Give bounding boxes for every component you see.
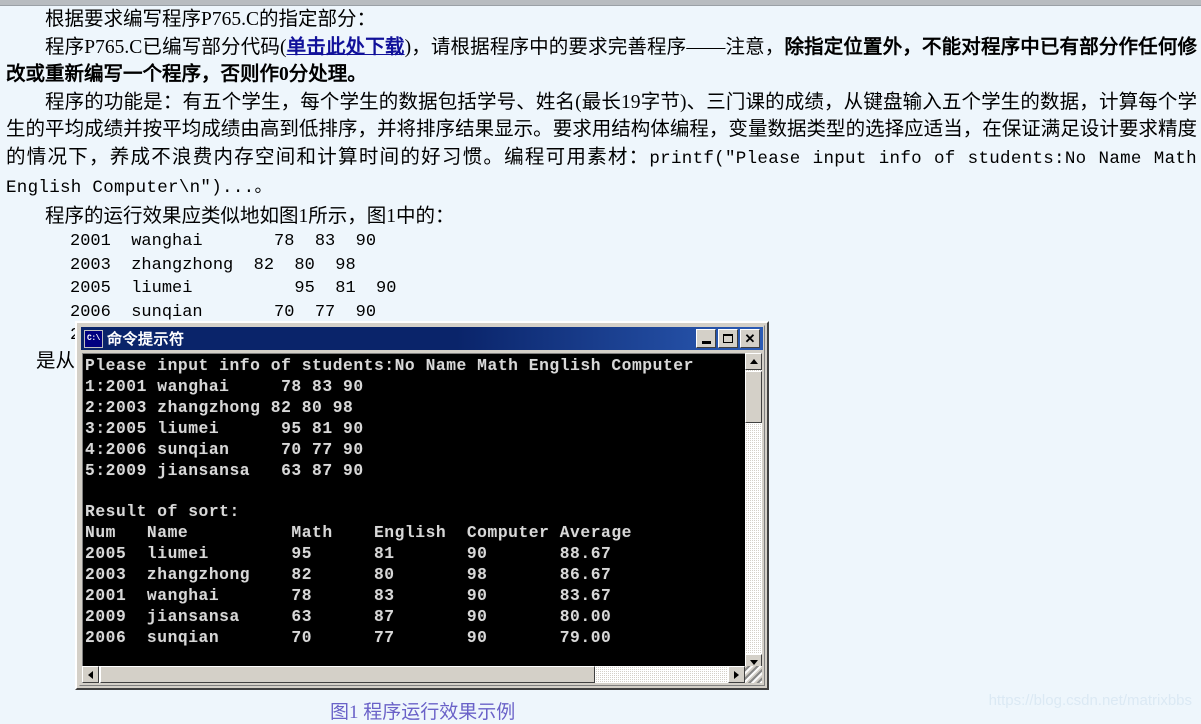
minimize-icon (701, 340, 711, 344)
download-link[interactable]: 单击此处下载 (287, 37, 405, 58)
maximize-icon (723, 334, 733, 343)
figure-ref-text: 程序的运行效果应类似地如图1所示，图1中的： (45, 205, 455, 227)
command-prompt-window[interactable]: C:\ 命令提示符 ✕ Please input info of student… (75, 321, 769, 690)
window-title: 命令提示符 (107, 331, 185, 348)
sample-input-row-3: 2005 liumei 95 81 90 (70, 279, 397, 298)
scroll-up-button[interactable] (745, 353, 762, 370)
close-button[interactable]: ✕ (740, 329, 760, 348)
download-prefix-text: 程序P765.C已编写部分代码( (45, 36, 287, 58)
horizontal-scroll-thumb[interactable] (100, 666, 595, 683)
document-body: 根据要求编写程序P765.C的指定部分： 程序P765.C已编写部分代码(单击此… (0, 6, 1201, 375)
vertical-scrollbar[interactable] (745, 353, 762, 671)
close-icon: ✕ (744, 330, 756, 346)
console-output-area[interactable]: Please input info of students:No Name Ma… (82, 353, 745, 671)
figure-caption: 图1 程序运行效果示例 (330, 702, 516, 723)
chevron-up-icon (749, 359, 758, 364)
minimize-button[interactable] (696, 329, 716, 348)
console-icon: C:\ (84, 329, 103, 348)
download-suffix-text: )，请根据程序中的要求完善程序——注意， (404, 36, 785, 58)
paragraph-figure-ref: 程序的运行效果应类似地如图1所示，图1中的： (0, 203, 1201, 231)
window-titlebar[interactable]: C:\ 命令提示符 ✕ (81, 327, 763, 350)
paragraph-requirements: 程序的功能是：有五个学生，每个学生的数据包括学号、姓名(最长19字节)、三门课的… (0, 89, 1201, 203)
paragraph-intro-text: 根据要求编写程序P765.C的指定部分： (45, 9, 376, 30)
paragraph-intro: 根据要求编写程序P765.C的指定部分： (0, 6, 1201, 34)
maximize-button[interactable] (718, 329, 738, 348)
chevron-left-icon (88, 670, 93, 679)
scroll-left-button[interactable] (82, 666, 99, 683)
vertical-scroll-thumb[interactable] (745, 371, 762, 423)
console-output-text: Please input info of students:No Name Ma… (85, 356, 694, 647)
window-controls: ✕ (696, 329, 761, 348)
watermark: https://blog.csdn.net/matrixbbs (988, 692, 1192, 709)
scroll-right-button[interactable] (728, 666, 745, 683)
resize-grip[interactable] (745, 666, 762, 683)
chevron-right-icon (734, 670, 739, 679)
chevron-down-icon (749, 660, 758, 665)
horizontal-scrollbar[interactable] (82, 666, 745, 683)
sample-input-row-2: 2003 zhangzhong 82 80 98 (70, 255, 356, 275)
paragraph-download: 程序P765.C已编写部分代码(单击此处下载)，请根据程序中的要求完善程序——注… (0, 34, 1201, 89)
sample-input-row-1: 2001 wanghai 78 83 90 (70, 232, 377, 251)
